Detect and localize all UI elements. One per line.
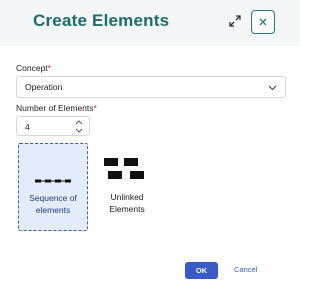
- cancel-button[interactable]: Cancel: [234, 265, 257, 274]
- concept-value: Operation: [25, 82, 63, 92]
- number-of-elements-label: Number of Elements*: [16, 103, 97, 113]
- expand-icon[interactable]: [228, 14, 242, 28]
- dialog-header: Create Elements: [0, 0, 300, 46]
- concept-select[interactable]: Operation: [16, 76, 286, 98]
- spinner-icon[interactable]: [75, 119, 83, 134]
- option-label: Unlinked Elements: [109, 192, 145, 214]
- option-label: Sequence of elements: [29, 193, 77, 215]
- sequence-icon: [35, 179, 71, 183]
- close-icon: [259, 18, 267, 26]
- dialog-title: Create Elements: [33, 11, 170, 30]
- number-of-elements-value: 4: [25, 122, 30, 132]
- option-sequence-of-elements[interactable]: Sequence of elements: [18, 143, 88, 231]
- number-of-elements-input[interactable]: 4: [16, 116, 90, 136]
- required-mark: *: [47, 63, 51, 73]
- close-button[interactable]: [251, 10, 275, 34]
- option-unlinked-elements[interactable]: Unlinked Elements: [92, 143, 162, 231]
- concept-label: Concept*: [16, 63, 51, 73]
- chevron-down-icon: [268, 85, 277, 91]
- ok-button[interactable]: OK: [185, 262, 218, 279]
- required-mark: *: [93, 103, 97, 113]
- unlinked-elements-icon: [104, 158, 144, 179]
